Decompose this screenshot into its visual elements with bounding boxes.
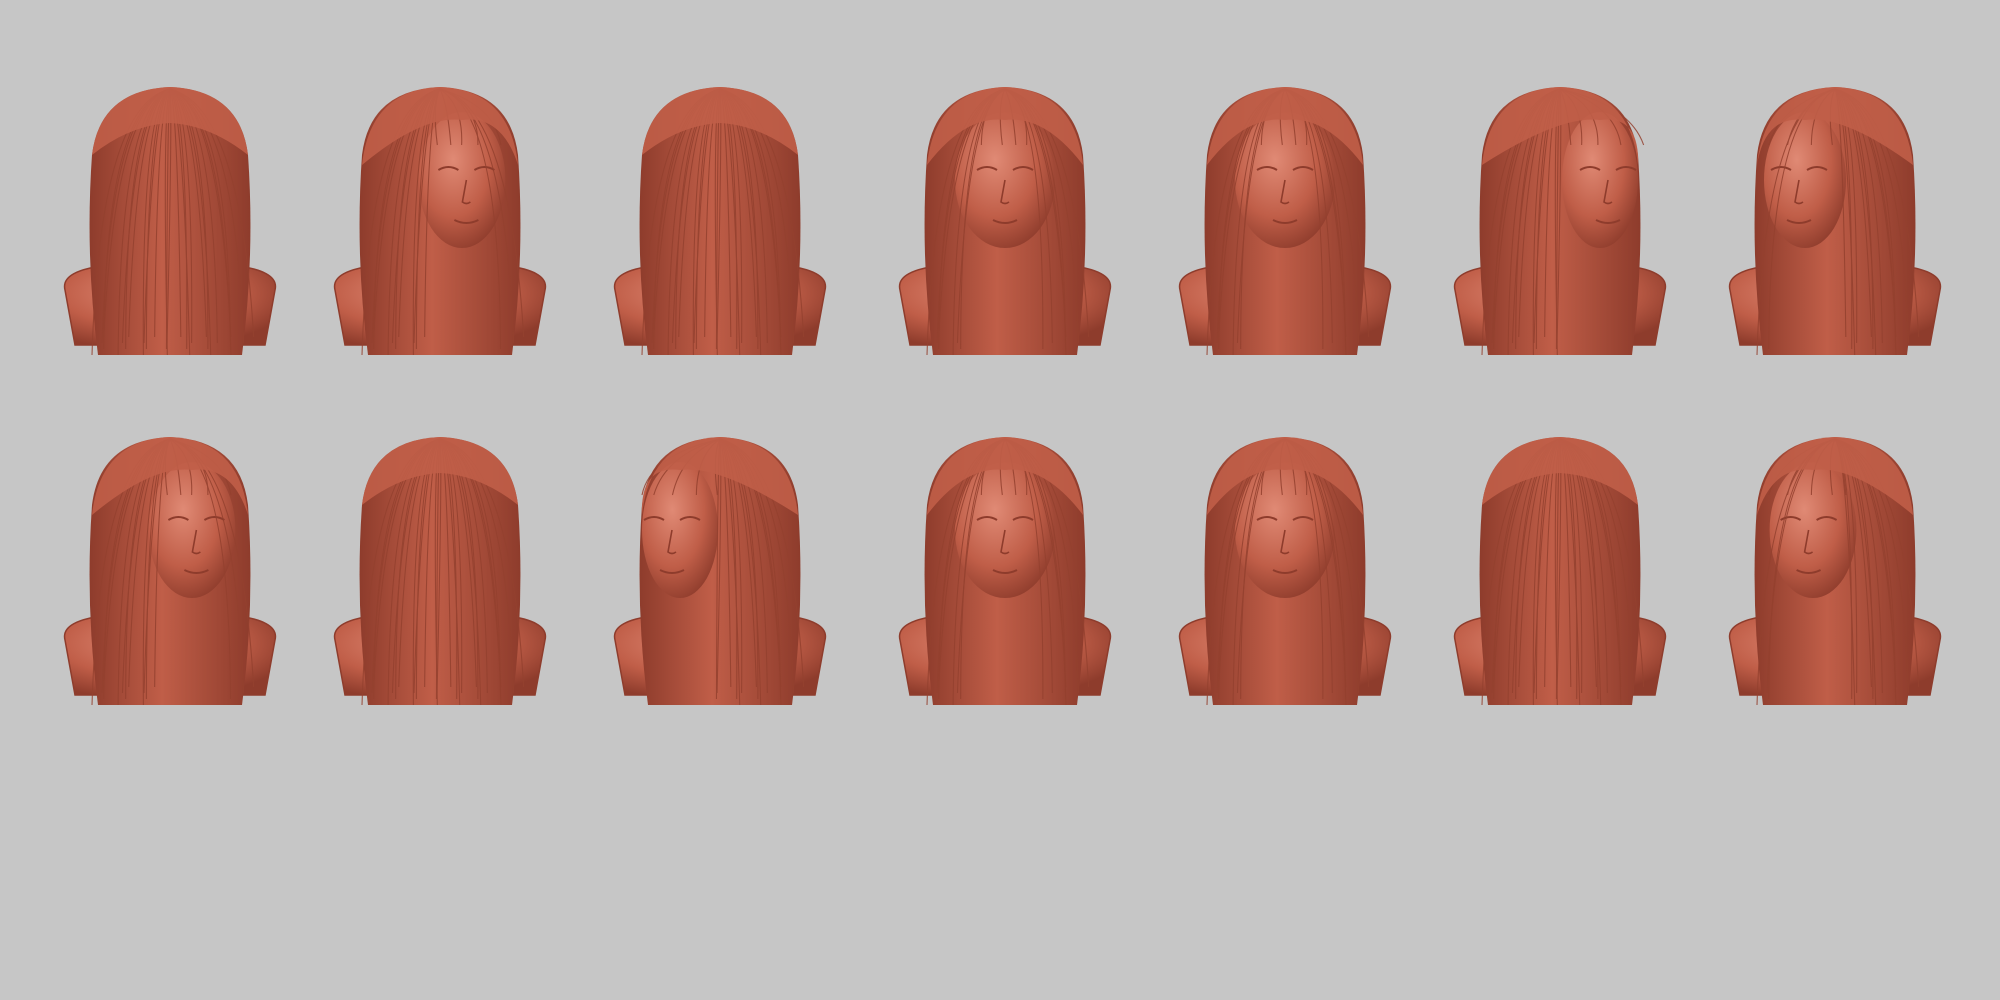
bottom-row-bust-5-front	[1178, 437, 1392, 706]
top-row-bust-4-front-looking-up	[898, 87, 1112, 356]
top-row-bust-5-front	[1178, 87, 1392, 356]
bottom-row-bust-1-three-quarter-right	[63, 437, 277, 706]
sculpt-preview-canvas	[0, 0, 2000, 1000]
top-row-bust-3-back-three-quarter-left	[613, 87, 827, 356]
top-row-bust-1-back	[63, 87, 277, 356]
bust-face	[1562, 112, 1638, 248]
bottom-row-bust-2-back-three-quarter-right	[333, 437, 547, 706]
bottom-row-bust-7-three-quarter-left	[1728, 437, 1942, 706]
top-row-bust-6-profile-right	[1453, 87, 1667, 356]
bottom-row-bust-4-front-looking-down	[898, 437, 1112, 706]
top-row-bust-2-three-quarter-right	[333, 87, 547, 356]
bottom-row-bust-6-top-down	[1453, 437, 1667, 706]
hair-sculpt-turnaround-sheet	[63, 87, 1942, 706]
bottom-row-bust-3-profile-left	[613, 437, 827, 706]
bust-face	[642, 462, 718, 598]
top-row-bust-7-three-quarter-left-tilted	[1728, 87, 1942, 356]
